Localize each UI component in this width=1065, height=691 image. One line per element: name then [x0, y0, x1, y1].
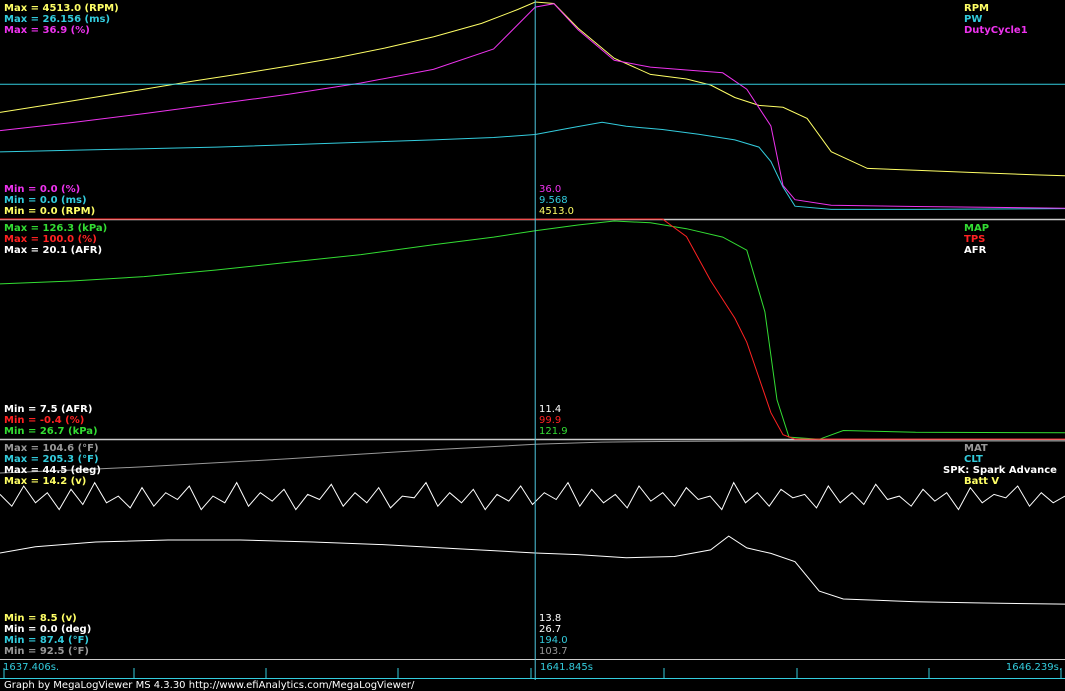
time-axis-end-label: 1646.239s. — [1006, 662, 1062, 673]
map-min-label: Min = 26.7 (kPa) — [4, 426, 98, 437]
legend-afr[interactable]: AFR — [964, 245, 987, 256]
legend-tps[interactable]: TPS — [964, 234, 985, 245]
afr-max-label: Max = 20.1 (AFR) — [4, 245, 102, 256]
afr-cursor-value: 11.4 — [539, 404, 561, 415]
rpm-min-label: Min = 0.0 (RPM) — [4, 206, 95, 217]
graph-background — [0, 0, 1065, 691]
tps-max-label: Max = 100.0 (%) — [4, 234, 97, 245]
log-viewer-graph[interactable]: Max = 4513.0 (RPM) Max = 26.156 (ms) Max… — [0, 0, 1065, 691]
legend-rpm[interactable]: RPM — [964, 3, 989, 14]
mat-min-label: Min = 92.5 (°F) — [4, 646, 89, 657]
battv-min-label: Min = 8.5 (v) — [4, 613, 77, 624]
map-max-label: Max = 126.3 (kPa) — [4, 223, 107, 234]
battv-max-label: Max = 14.2 (v) — [4, 476, 86, 487]
clt-cursor-value: 194.0 — [539, 635, 568, 646]
mat-cursor-value: 103.7 — [539, 646, 568, 657]
dutycycle1-cursor-value: 36.0 — [539, 184, 561, 195]
tps-min-label: Min = -0.4 (%) — [4, 415, 84, 426]
pw-cursor-value: 9.568 — [539, 195, 568, 206]
clt-max-label: Max = 205.3 (°F) — [4, 454, 99, 465]
clt-min-label: Min = 87.4 (°F) — [4, 635, 89, 646]
tps-cursor-value: 99.9 — [539, 415, 561, 426]
rpm-max-label: Max = 4513.0 (RPM) — [4, 3, 119, 14]
spk-cursor-value: 26.7 — [539, 624, 561, 635]
dutycycle1-min-label: Min = 0.0 (%) — [4, 184, 80, 195]
legend-clt[interactable]: CLT — [964, 454, 983, 465]
dutycycle1-max-label: Max = 36.9 (%) — [4, 25, 90, 36]
legend-mat[interactable]: MAT — [964, 443, 988, 454]
time-axis-start-label: 1637.406s. — [3, 662, 59, 673]
legend-map[interactable]: MAP — [964, 223, 989, 234]
mat-max-label: Max = 104.6 (°F) — [4, 443, 99, 454]
time-axis-cursor-label: 1641.845s — [540, 662, 593, 673]
legend-battv[interactable]: Batt V — [964, 476, 999, 487]
afr-min-label: Min = 7.5 (AFR) — [4, 404, 92, 415]
rpm-cursor-value: 4513.0 — [539, 206, 574, 217]
legend-dutycycle1[interactable]: DutyCycle1 — [964, 25, 1028, 36]
battv-cursor-value: 13.8 — [539, 613, 561, 624]
legend-pw[interactable]: PW — [964, 14, 982, 25]
pw-min-label: Min = 0.0 (ms) — [4, 195, 87, 206]
spk-max-label: Max = 44.5 (deg) — [4, 465, 101, 476]
legend-spk[interactable]: SPK: Spark Advance — [943, 465, 1057, 476]
map-cursor-value: 121.9 — [539, 426, 568, 437]
footer-credit: Graph by MegaLogViewer MS 4.3.30 http://… — [4, 680, 415, 691]
pw-max-label: Max = 26.156 (ms) — [4, 14, 110, 25]
spk-min-label: Min = 0.0 (deg) — [4, 624, 91, 635]
